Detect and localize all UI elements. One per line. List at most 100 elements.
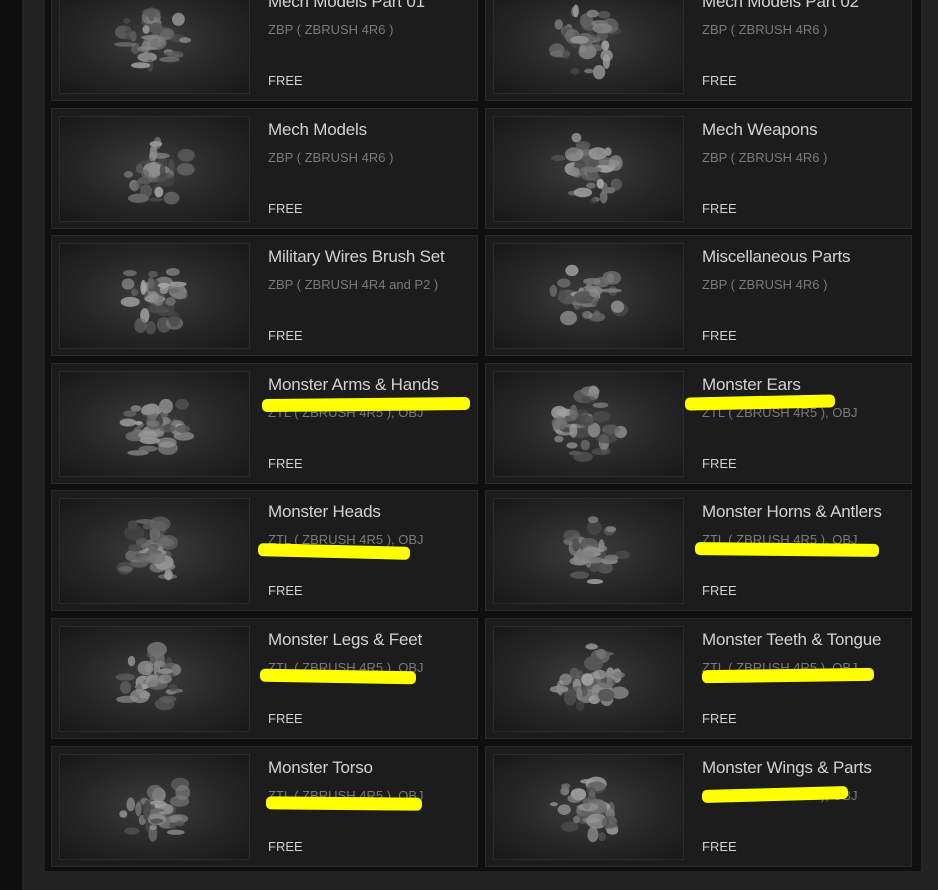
sculpt-fragment — [179, 37, 192, 43]
product-card[interactable]: Monster Heads ZTL ( ZBRUSH 4R5 ), OBJ FR… — [51, 490, 478, 612]
monster-teeth-thumbnail[interactable] — [493, 625, 684, 732]
sculpt-fragment — [146, 290, 159, 303]
product-title[interactable]: Military Wires Brush Set — [268, 247, 445, 267]
product-title[interactable]: Monster Wings & Parts — [702, 758, 872, 778]
product-format: ZTL ( ZBRUSH 4R5 ), OBJ — [702, 787, 858, 803]
sculpt-fragment — [592, 410, 611, 422]
product-card[interactable]: Monster Teeth & Tongue ZTL ( ZBRUSH 4R5 … — [485, 617, 912, 739]
product-list-panel: Mech Models Part 01 ZBP ( ZBRUSH 4R6 ) F… — [45, 0, 921, 871]
product-title[interactable]: Monster Teeth & Tongue — [702, 630, 881, 650]
sculpt-fragment — [129, 688, 150, 704]
sculpt-fragment — [570, 571, 590, 580]
sculpt-fragment — [146, 651, 153, 658]
product-title[interactable]: Mech Models Part 02 — [702, 0, 859, 12]
monster-legs-thumbnail[interactable] — [59, 625, 250, 732]
product-title[interactable]: Mech Models — [268, 120, 367, 140]
sculpt-fragment — [114, 42, 136, 47]
product-title[interactable]: Monster Arms & Hands — [268, 375, 439, 395]
mech-sculpt-thumbnail[interactable] — [493, 0, 684, 94]
monster-arms-thumbnail[interactable] — [59, 370, 250, 477]
product-title[interactable]: Monster Horns & Antlers — [702, 502, 882, 522]
sculpt-fragment — [124, 525, 145, 541]
sculpt-fragment — [571, 6, 579, 18]
monster-torso-thumbnail[interactable] — [59, 753, 250, 860]
product-card[interactable]: Monster Legs & Feet ZTL ( ZBRUSH 4R5 ), … — [51, 617, 478, 739]
sculpt-fragment — [588, 146, 608, 160]
sculpt-fragment — [135, 519, 155, 525]
monster-wings-thumbnail[interactable] — [493, 753, 684, 860]
sculpt-fragment — [562, 48, 570, 59]
weapons-sculpt-thumbnail[interactable] — [493, 115, 684, 222]
product-card[interactable]: Military Wires Brush Set ZBP ( ZBRUSH 4R… — [51, 235, 478, 357]
sculpt-fragment — [141, 169, 150, 178]
product-card[interactable]: Mech Weapons ZBP ( ZBRUSH 4R6 ) FREE — [485, 107, 912, 229]
monster-horns-thumbnail[interactable] — [493, 498, 684, 605]
sculpt-fragment — [595, 432, 618, 444]
sculpt-fragment — [130, 181, 140, 192]
product-title[interactable]: Monster Legs & Feet — [268, 630, 422, 650]
sculpt-fragment — [165, 268, 180, 277]
sculpt-fragment — [586, 579, 604, 585]
sculpt-fragment — [167, 50, 184, 58]
product-title[interactable]: Monster Ears — [702, 375, 801, 395]
sculpt-fragment — [601, 424, 620, 435]
sculpt-fragment — [592, 402, 609, 408]
sculpt-fragment — [581, 673, 594, 686]
sculpt-fragment — [124, 826, 140, 835]
parts-sculpt-thumbnail[interactable] — [493, 243, 684, 350]
sculpt-fragment — [569, 404, 578, 421]
product-price: FREE — [702, 455, 737, 471]
sculpt-fragment — [568, 450, 581, 456]
sculpt-fragment — [601, 815, 618, 829]
sculpt-fragment — [119, 418, 137, 427]
sculpt-fragment — [158, 674, 172, 684]
product-card[interactable]: Mech Models Part 01 ZBP ( ZBRUSH 4R6 ) F… — [51, 0, 478, 101]
product-price: FREE — [702, 200, 737, 216]
sculpt-fragment — [148, 553, 166, 565]
monster-heads-thumbnail[interactable] — [59, 498, 250, 605]
product-card[interactable]: Miscellaneous Parts ZBP ( ZBRUSH 4R6 ) F… — [485, 235, 912, 357]
product-format: ZTL ( ZBRUSH 4R5 ), OBJ — [268, 404, 424, 420]
sculpt-fragment — [163, 191, 180, 205]
mech-sculpt-thumbnail[interactable] — [59, 0, 250, 94]
product-price: FREE — [702, 328, 737, 344]
sculpt-fragment — [611, 671, 625, 679]
sculpt-fragment — [127, 655, 136, 667]
sculpt-fragment — [549, 43, 565, 57]
thumbnail-sculpt-graphic — [119, 398, 195, 456]
thumbnail-sculpt-graphic — [116, 516, 178, 581]
product-card[interactable]: Monster Arms & Hands ZTL ( ZBRUSH 4R5 ),… — [51, 362, 478, 484]
sculpt-fragment — [176, 162, 195, 176]
product-title[interactable]: Monster Heads — [268, 502, 381, 522]
sculpt-fragment — [119, 809, 128, 818]
product-card[interactable]: Monster Ears ZTL ( ZBRUSH 4R5 ), OBJ FRE… — [485, 362, 912, 484]
sculpt-fragment — [147, 277, 155, 290]
product-card[interactable]: Mech Models ZBP ( ZBRUSH 4R6 ) FREE — [51, 107, 478, 229]
product-title[interactable]: Miscellaneous Parts — [702, 247, 851, 267]
sculpt-fragment — [143, 34, 165, 48]
product-price: FREE — [702, 710, 737, 726]
product-format: ZTL ( ZBRUSH 4R5 ), OBJ — [702, 404, 858, 420]
wires-sphere-thumbnail[interactable] — [59, 243, 250, 350]
sculpt-fragment — [580, 439, 590, 451]
product-card[interactable]: Monster Horns & Antlers ZTL ( ZBRUSH 4R5… — [485, 490, 912, 612]
sculpt-fragment — [588, 789, 596, 797]
product-card[interactable]: Monster Wings & Parts ZTL ( ZBRUSH 4R5 )… — [485, 745, 912, 867]
monster-ears-thumbnail[interactable] — [493, 370, 684, 477]
thumbnail-sculpt-graphic — [119, 777, 191, 842]
product-title[interactable]: Mech Models Part 01 — [268, 0, 425, 12]
product-card[interactable]: Mech Models Part 02 ZBP ( ZBRUSH 4R6 ) F… — [485, 0, 912, 101]
thumbnail-sculpt-graphic — [115, 641, 184, 711]
product-title[interactable]: Mech Weapons — [702, 120, 818, 140]
sculpt-fragment — [557, 289, 567, 303]
sculpt-fragment — [123, 270, 137, 277]
thumbnail-sculpt-graphic — [549, 4, 622, 80]
sculpt-fragment — [123, 410, 137, 417]
mech-sculpt-thumbnail[interactable] — [59, 115, 250, 222]
product-title[interactable]: Monster Torso — [268, 758, 373, 778]
product-format: ZTL ( ZBRUSH 4R5 ), OBJ — [268, 532, 424, 548]
product-card[interactable]: Monster Torso ZTL ( ZBRUSH 4R5 ), OBJ FR… — [51, 745, 478, 867]
sculpt-fragment — [577, 550, 595, 562]
sculpt-fragment — [550, 801, 558, 806]
sculpt-fragment — [593, 310, 600, 317]
